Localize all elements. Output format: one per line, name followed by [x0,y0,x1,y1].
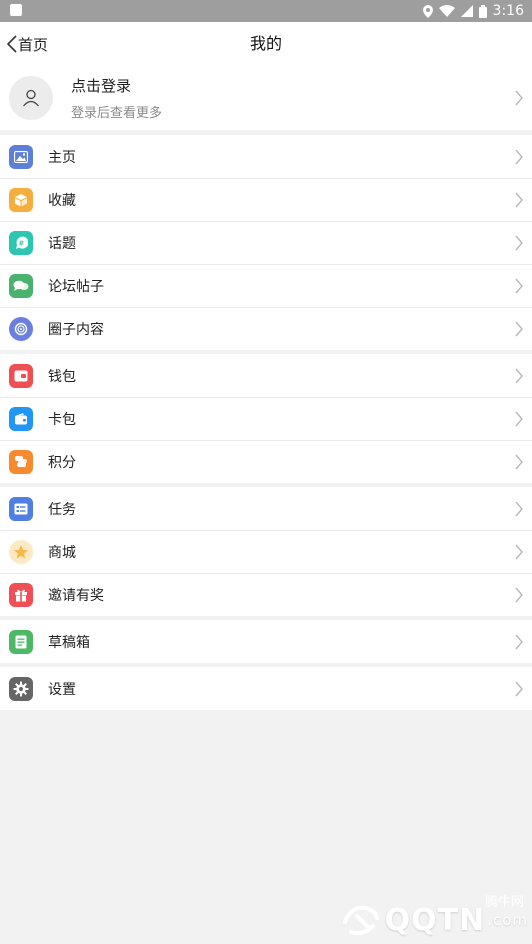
chevron-right-icon [515,681,523,696]
menu-item-card-wallet[interactable]: 卡包 [0,397,532,440]
menu-item-label: 论坛帖子 [48,278,104,295]
menu-item-label: 邀请有奖 [48,587,104,604]
status-bar: 3:16 [0,0,532,22]
watermark-logo-icon [342,905,379,936]
menu-group-drafts: 草稿箱 [0,620,532,663]
watermark-domain: .com [487,911,528,929]
menu-item-label: 商城 [48,544,76,561]
chevron-right-icon [515,90,523,106]
nav-bar: 首页 我的 [0,22,532,66]
menu-item-label: 收藏 [48,192,76,209]
chat-icon [9,273,33,298]
image-icon [9,144,33,169]
login-title: 点击登录 [71,77,132,95]
chevron-right-icon [515,235,523,250]
menu-item-drafts[interactable]: 草稿箱 [0,620,532,663]
chevron-right-icon [515,411,523,426]
notification-icon [10,4,22,16]
menu-group-rewards: 任务 商城 邀请有奖 [0,487,532,616]
status-time: 3:16 [492,3,524,19]
coins-icon [9,449,33,474]
menu-item-forum-posts[interactable]: 论坛帖子 [0,264,532,307]
menu-item-points[interactable]: 积分 [0,440,532,483]
chevron-right-icon [515,634,523,649]
task-icon [9,496,33,521]
menu-item-label: 卡包 [48,411,76,428]
user-icon [23,89,39,107]
menu-item-label: 积分 [48,454,76,471]
menu-item-favorites[interactable]: 收藏 [0,178,532,221]
menu-item-mall[interactable]: 商城 [0,530,532,573]
chevron-right-icon [515,587,523,602]
battery-icon [478,4,487,18]
watermark: QQTN .com [341,902,528,938]
menu-item-label: 圈子内容 [48,321,104,338]
menu-item-label: 话题 [48,235,76,252]
gear-icon [9,676,33,701]
chevron-right-icon [515,454,523,469]
menu-item-wallet[interactable]: 钱包 [0,354,532,397]
chevron-right-icon [515,368,523,383]
draft-icon [9,629,33,654]
watermark-brand: QQTN [384,902,486,938]
wallet-icon [9,363,33,388]
login-subtitle: 登录后查看更多 [71,106,163,121]
chevron-right-icon [515,192,523,207]
chevron-right-icon [515,544,523,559]
menu-item-invite-rewards[interactable]: 邀请有奖 [0,573,532,616]
avatar [9,76,53,120]
menu-group-wallet: 钱包 卡包 积分 [0,354,532,483]
svg-text:#: # [18,239,24,247]
login-card[interactable]: 点击登录 登录后查看更多 [0,66,532,135]
menu-item-label: 钱包 [48,368,76,385]
menu-group-settings: 设置 [0,667,532,710]
circle-icon [9,316,33,341]
chevron-right-icon [515,278,523,293]
gift-icon [9,582,33,607]
location-icon [422,4,433,18]
menu-item-topics[interactable]: # 话题 [0,221,532,264]
page-title: 我的 [249,34,282,53]
star-icon [9,539,33,564]
signal-icon [460,5,473,17]
menu-item-label: 主页 [48,149,76,166]
menu-item-settings[interactable]: 设置 [0,667,532,710]
menu-item-circle-content[interactable]: 圈子内容 [0,307,532,350]
menu-group-content: 主页 收藏 # 话题 论坛帖子 圈子内容 [0,135,532,350]
hashtag-icon: # [9,230,33,255]
menu-item-label: 任务 [48,501,76,518]
menu-item-homepage[interactable]: 主页 [0,135,532,178]
card-icon [9,406,33,431]
box-icon [9,187,33,212]
chevron-right-icon [515,321,523,336]
menu-item-label: 设置 [48,681,76,698]
chevron-right-icon [515,149,523,164]
menu-item-label: 草稿箱 [48,634,90,651]
chevron-right-icon [515,501,523,516]
wifi-icon [438,5,455,17]
menu-item-tasks[interactable]: 任务 [0,487,532,530]
